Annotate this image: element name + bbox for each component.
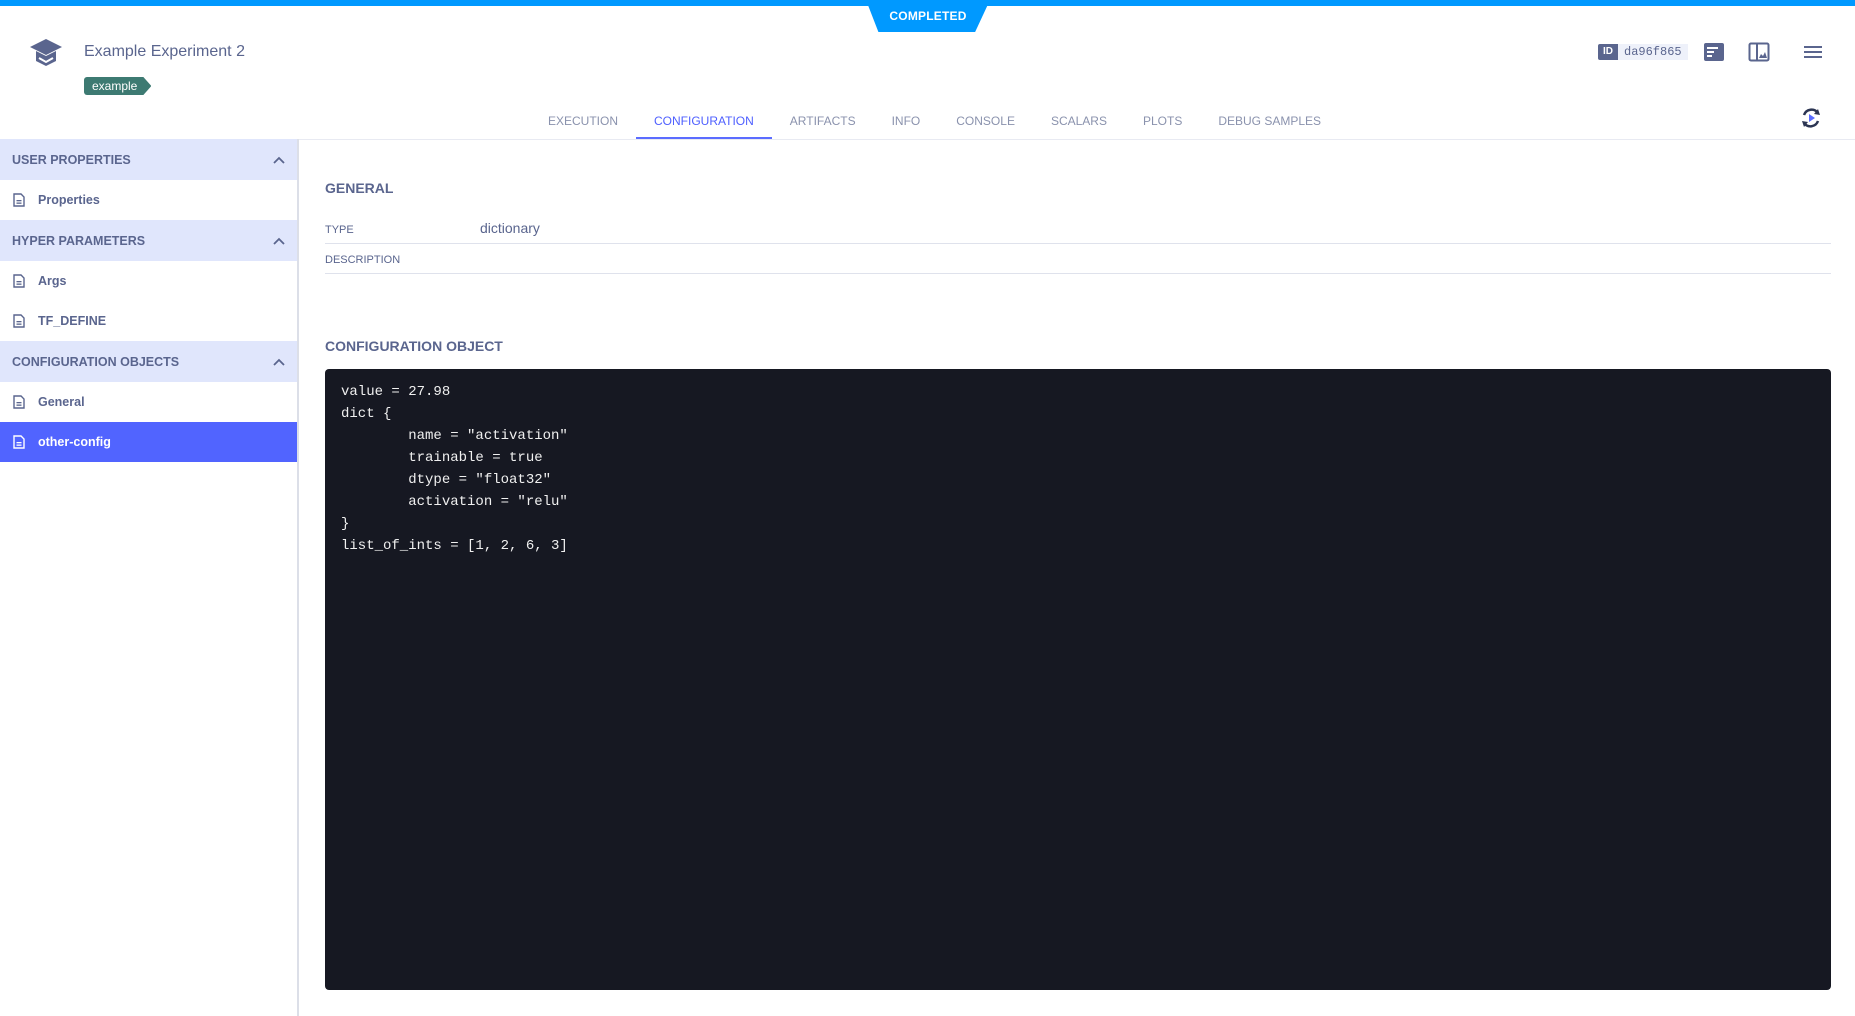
sidebar-item-other-config[interactable]: other-config [0, 422, 297, 462]
configuration-object-heading: CONFIGURATION OBJECT [325, 338, 503, 354]
type-row: TYPE dictionary [325, 214, 1831, 244]
experiment-id-badge[interactable]: ID da96f865 [1598, 44, 1688, 60]
document-icon [13, 274, 25, 288]
sidebar-item-label: Args [38, 274, 67, 288]
document-icon [13, 314, 25, 328]
id-label: ID [1598, 44, 1618, 60]
section-header-hyper-parameters[interactable]: HYPER PARAMETERS [0, 220, 297, 261]
section-header-configuration-objects[interactable]: CONFIGURATION OBJECTS [0, 341, 297, 382]
section-title: HYPER PARAMETERS [12, 233, 146, 248]
auto-refresh-icon[interactable] [1799, 106, 1823, 130]
sidebar-item-label: Properties [38, 193, 100, 207]
description-label: DESCRIPTION [325, 254, 401, 266]
sidebar-item-label: TF_DEFINE [38, 314, 107, 328]
document-icon [13, 435, 25, 449]
sidebar-item-label: other-config [38, 435, 111, 449]
section-header-user-properties[interactable]: USER PROPERTIES [0, 139, 297, 180]
document-icon [13, 193, 25, 207]
section-title: USER PROPERTIES [12, 152, 131, 167]
configuration-object-code[interactable]: value = 27.98 dict { name = "activation"… [325, 369, 1831, 990]
sidebar-item-args[interactable]: Args [0, 261, 297, 301]
details-panel-icon[interactable] [1703, 42, 1725, 62]
tab-debug-samples[interactable]: DEBUG SAMPLES [1200, 106, 1339, 140]
sidebar-item-label: General [38, 395, 85, 409]
experiment-tag[interactable]: example [84, 77, 151, 95]
type-label: TYPE [325, 224, 354, 236]
sidebar-item-tf-define[interactable]: TF_DEFINE [0, 301, 297, 341]
menu-icon[interactable] [1802, 42, 1824, 62]
tab-scalars[interactable]: SCALARS [1033, 106, 1125, 140]
section-title: CONFIGURATION OBJECTS [12, 354, 180, 369]
type-value: dictionary [480, 220, 540, 236]
tab-info[interactable]: INFO [874, 106, 939, 140]
chevron-up-icon[interactable] [273, 156, 285, 164]
general-heading: GENERAL [325, 180, 394, 196]
sidebar-item-properties[interactable]: Properties [0, 180, 297, 220]
tab-execution[interactable]: EXECUTION [530, 106, 636, 140]
chevron-up-icon[interactable] [273, 358, 285, 366]
tab-configuration[interactable]: CONFIGURATION [636, 106, 772, 140]
tabs-divider [299, 139, 1855, 140]
experiment-title: Example Experiment 2 [84, 43, 245, 60]
experiment-icon [30, 39, 62, 66]
sidebar: USER PROPERTIES Properties HYPER PARAMET… [0, 139, 299, 1016]
layout-toggle-icon[interactable] [1748, 42, 1770, 62]
document-icon [13, 395, 25, 409]
tab-artifacts[interactable]: ARTIFACTS [772, 106, 874, 140]
sidebar-item-general[interactable]: General [0, 382, 297, 422]
chevron-up-icon[interactable] [273, 237, 285, 245]
tab-bar: EXECUTION CONFIGURATION ARTIFACTS INFO C… [530, 106, 1339, 140]
tab-plots[interactable]: PLOTS [1125, 106, 1200, 140]
status-banner: COMPLETED [866, 0, 990, 32]
tab-console[interactable]: CONSOLE [938, 106, 1033, 140]
id-value[interactable]: da96f865 [1618, 44, 1688, 60]
description-row: DESCRIPTION [325, 244, 1831, 274]
